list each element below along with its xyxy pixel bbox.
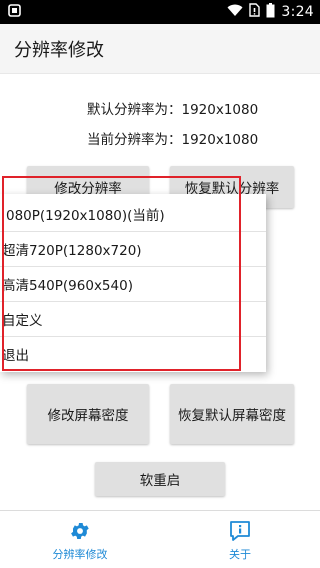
restore-default-density-label: 恢复默认屏幕密度 xyxy=(178,408,286,424)
menu-item-exit[interactable]: 退出 xyxy=(0,336,266,371)
default-resolution-text: 默认分辨率为：1920x1080 xyxy=(87,102,259,118)
status-left xyxy=(8,3,21,21)
status-bar: 3:24 xyxy=(0,0,320,24)
restore-default-density-button[interactable]: 恢复默认屏幕密度 xyxy=(170,384,294,444)
no-sim-icon xyxy=(249,3,261,21)
status-right: 3:24 xyxy=(227,2,314,22)
nav-item-resolution[interactable]: 分辨率修改 xyxy=(15,511,145,568)
battery-icon xyxy=(266,2,275,22)
bottom-navigation: 分辨率修改 关于 xyxy=(0,510,320,568)
modify-density-button[interactable]: 修改屏幕密度 xyxy=(27,384,149,444)
app-bar: 分辨率修改 xyxy=(0,24,320,74)
menu-item-label: 超清720P(1280x720) xyxy=(2,242,142,259)
soft-reboot-label: 软重启 xyxy=(139,473,181,489)
soft-reboot-button[interactable]: 软重启 xyxy=(95,462,225,496)
menu-item-label: 自定义 xyxy=(2,312,43,329)
app-screen: 3:24 分辨率修改 默认分辨率为：1920x1080 当前分辨率为：1920x… xyxy=(0,0,320,568)
info-chat-icon xyxy=(228,519,252,543)
menu-item-label: 退出 xyxy=(2,347,29,364)
menu-item-540p[interactable]: 高清540P(960x540) xyxy=(0,266,266,301)
page-title: 分辨率修改 xyxy=(14,39,104,61)
nav-item-about[interactable]: 关于 xyxy=(175,511,305,568)
modify-density-label: 修改屏幕密度 xyxy=(47,408,129,424)
current-resolution-text: 当前分辨率为：1920x1080 xyxy=(87,132,259,148)
menu-item-label: 080P(1920x1080)(当前) xyxy=(6,207,165,224)
notification-icon xyxy=(8,3,21,21)
menu-item-1080p[interactable]: 080P(1920x1080)(当前) xyxy=(0,196,266,231)
menu-item-720p[interactable]: 超清720P(1280x720) xyxy=(0,231,266,266)
status-time: 3:24 xyxy=(281,4,314,20)
gear-icon xyxy=(69,519,91,543)
wifi-icon xyxy=(227,4,243,21)
resolution-popup-menu: 080P(1920x1080)(当前) 超清720P(1280x720) 高清5… xyxy=(0,194,266,372)
nav-label-about: 关于 xyxy=(229,548,251,561)
menu-item-label: 高清540P(960x540) xyxy=(2,277,133,294)
menu-item-custom[interactable]: 自定义 xyxy=(0,301,266,336)
nav-label-resolution: 分辨率修改 xyxy=(52,548,108,561)
